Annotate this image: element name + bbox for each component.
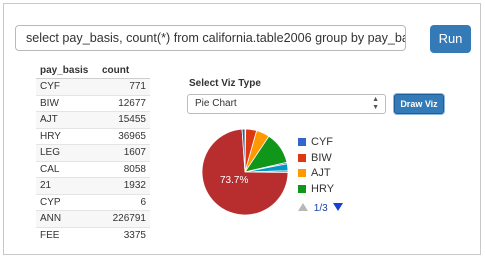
legend-swatch [298, 184, 306, 193]
legend-item: HRY [298, 182, 334, 198]
legend-label: BIW [311, 151, 332, 164]
next-page-icon[interactable] [333, 203, 344, 211]
legend-swatch [298, 153, 306, 162]
count-cell: 771 [98, 78, 150, 95]
table-row: CYP 6 [36, 193, 150, 211]
legend-pager: 1/3 [298, 203, 344, 214]
count-cell: 8058 [98, 160, 150, 178]
count-cell: 226791 [98, 210, 150, 227]
chart-legend: CYF BIW AJT HRY [298, 135, 334, 197]
pay-basis-cell: 21 [36, 177, 98, 194]
query-input[interactable]: select pay_basis, count(*) from californ… [15, 25, 406, 51]
run-button[interactable]: Run [430, 25, 471, 53]
pay-basis-cell: CYP [36, 193, 98, 211]
prev-page-icon[interactable] [298, 203, 308, 211]
pay-basis-cell: CYF [36, 78, 98, 95]
pay-basis-cell: ANN [36, 210, 98, 227]
count-cell: 36965 [98, 127, 150, 145]
table-row: CYF 771 [36, 78, 150, 95]
legend-label: CYF [311, 136, 333, 148]
count-cell: 15455 [98, 111, 150, 128]
legend-label: HRY [311, 182, 335, 195]
pay-basis-cell: HRY [36, 127, 98, 145]
pay-basis-cell: BIW [36, 94, 98, 112]
viz-type-label: Select Viz Type [189, 78, 261, 89]
table-row: ANN 226791 [36, 210, 150, 227]
legend-label: AJT [311, 167, 331, 179]
legend-item: BIW [298, 151, 334, 167]
table-row: CAL 8058 [36, 160, 150, 178]
count-cell: 1932 [98, 177, 150, 194]
pie-slice-label: 73.7% [220, 175, 248, 186]
column-header-pay-basis: pay_basis [36, 62, 98, 79]
legend-swatch [298, 138, 306, 146]
table-row: LEG 1607 [36, 144, 150, 161]
pie-chart: 73.7% [201, 128, 289, 216]
viz-type-select[interactable]: Pie Chart ▲ ▼ [187, 94, 386, 114]
viz-type-value: Pie Chart [195, 98, 237, 109]
select-arrows-icon: ▲ ▼ [372, 96, 379, 111]
pay-basis-cell: FEE [36, 226, 98, 243]
table-row: 21 1932 [36, 177, 150, 194]
pay-basis-cell: AJT [36, 111, 98, 128]
count-cell: 12677 [98, 94, 150, 112]
table-row: AJT 15455 [36, 111, 150, 128]
column-header-count: count [98, 62, 150, 79]
pay-basis-cell: LEG [36, 144, 98, 161]
legend-page-indicator: 1/3 [313, 203, 328, 214]
pay-basis-cell: CAL [36, 160, 98, 178]
table-row: BIW 12677 [36, 94, 150, 112]
legend-swatch [298, 169, 306, 177]
legend-item: CYF [298, 135, 334, 151]
count-cell: 1607 [98, 144, 150, 161]
draw-viz-button[interactable]: Draw Viz [394, 94, 444, 114]
table-row: FEE 3375 [36, 226, 150, 243]
count-cell: 3375 [98, 226, 150, 243]
legend-item: AJT [298, 166, 334, 182]
table-header-row: pay_basis count [36, 62, 150, 79]
count-cell: 6 [98, 193, 150, 211]
results-table: pay_basis count CYF 771 BIW 12677 AJT 15455 HR… [36, 62, 150, 243]
table-row: HRY 36965 [36, 127, 150, 145]
